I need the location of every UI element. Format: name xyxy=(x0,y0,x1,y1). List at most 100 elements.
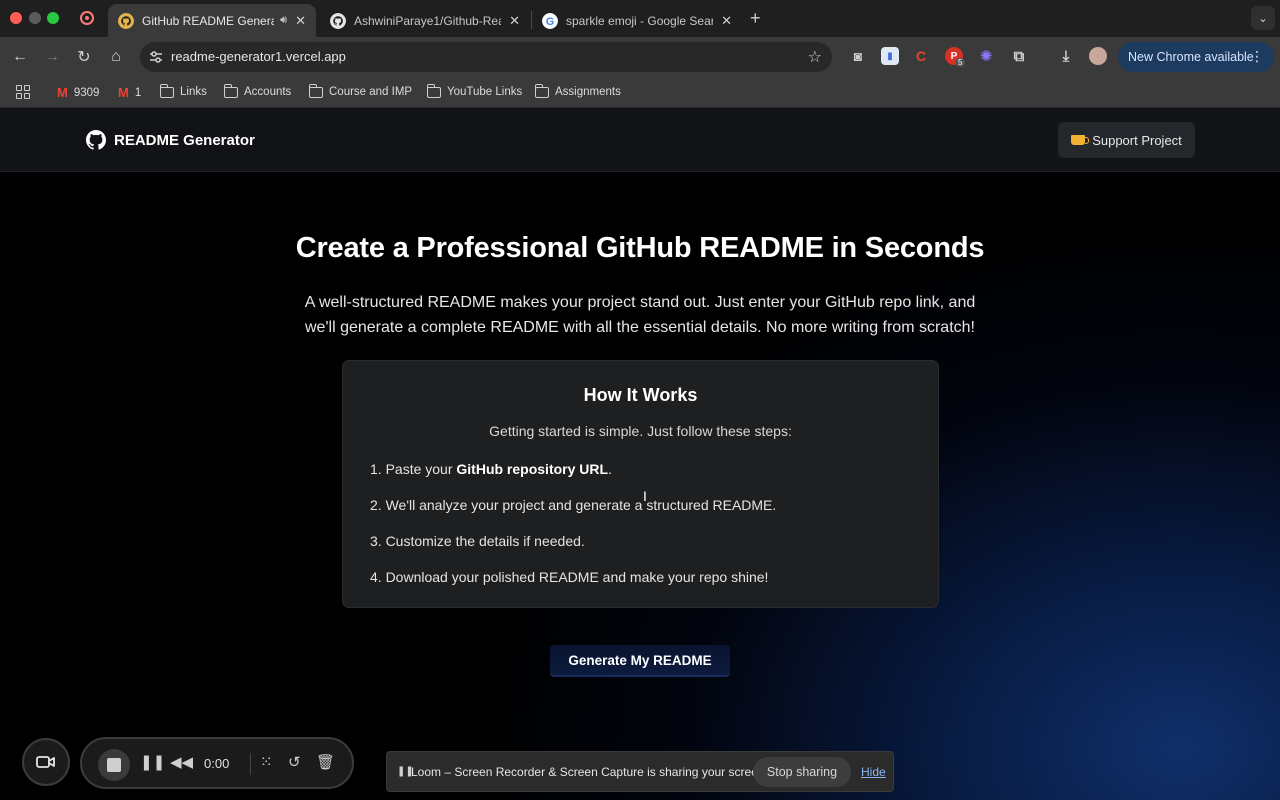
minimize-window-button[interactable] xyxy=(29,12,41,24)
brand-logo[interactable]: README Generator xyxy=(86,130,255,150)
bookmark-folder-assignments[interactable]: Assignments xyxy=(534,83,621,98)
support-label: Support Project xyxy=(1092,132,1182,148)
folder-icon xyxy=(223,83,238,98)
url-text[interactable]: readme-generator1.vercel.app xyxy=(171,49,346,64)
maximize-window-button[interactable] xyxy=(47,12,59,24)
recording-indicator-icon xyxy=(80,11,94,25)
page-content: README Generator Support Project Create … xyxy=(0,108,1280,800)
generate-readme-button[interactable]: Generate My README xyxy=(550,645,730,677)
bookmark-label: YouTube Links xyxy=(447,86,523,98)
c-extension-icon[interactable]: C xyxy=(912,47,930,65)
github-icon xyxy=(86,130,106,150)
camera-extension-icon[interactable]: ◙ xyxy=(849,47,867,65)
svg-text:G: G xyxy=(546,16,555,28)
tab-title: AshwiniParaye1/Github-Readm xyxy=(354,13,501,28)
bookmark-label: 1 xyxy=(134,86,142,99)
bookmark-star-icon[interactable]: ☆ xyxy=(808,47,822,67)
address-bar[interactable]: readme-generator1.vercel.app ☆ xyxy=(140,42,832,72)
reload-icon[interactable]: ↻ xyxy=(72,45,96,69)
text-cursor-icon: I xyxy=(643,488,647,504)
site-settings-icon[interactable] xyxy=(148,49,164,65)
profile-avatar[interactable] xyxy=(1089,47,1107,65)
browser-tab-strip: GitHub README Generato 🔊︎ ✕ AshwiniParay… xyxy=(0,0,1280,37)
step-item: 3. Customize the details if needed. xyxy=(370,533,585,549)
more-menu-icon[interactable]: ⋮ xyxy=(1250,48,1264,65)
bookmark-folder-accounts[interactable]: Accounts xyxy=(223,83,292,98)
pause-icon[interactable]: ❚❚ xyxy=(140,753,165,771)
stop-sharing-button[interactable]: Stop sharing xyxy=(753,757,851,787)
folder-icon xyxy=(426,83,441,98)
tab-readme-generator[interactable]: GitHub README Generato 🔊︎ ✕ xyxy=(108,4,316,37)
browser-toolbar: ← → ↻ ⌂ readme-generator1.vercel.app ☆ ◙… xyxy=(0,37,1280,77)
close-tab-icon[interactable]: ✕ xyxy=(509,13,520,29)
new-chrome-label: New Chrome available xyxy=(1128,50,1254,64)
tab-search-chevron-icon[interactable]: ⌄ xyxy=(1251,6,1275,30)
divider xyxy=(250,753,251,775)
close-tab-icon[interactable]: ✕ xyxy=(721,13,732,29)
step-item: 2. We'll analyze your project and genera… xyxy=(370,497,777,513)
back-arrow-icon[interactable]: ← xyxy=(8,45,32,69)
step-item: 4. Download your polished README and mak… xyxy=(370,569,769,585)
bookmark-label: Assignments xyxy=(555,86,621,98)
coffee-cup-icon xyxy=(1071,135,1090,145)
restart-icon[interactable]: ↺ xyxy=(288,753,301,771)
support-project-button[interactable]: Support Project xyxy=(1058,122,1195,158)
sparkle-extension-icon[interactable]: ✺ xyxy=(977,47,995,65)
tab-title: sparkle emoji - Google Search xyxy=(566,13,714,28)
bookmark-gmail-1[interactable]: M 9309 xyxy=(57,85,99,100)
how-it-works-title: How It Works xyxy=(583,385,698,405)
brand-name: README Generator xyxy=(114,131,255,149)
grid-dots-icon[interactable]: ⁙ xyxy=(260,753,273,771)
hero-subtitle: A well-structured README makes your proj… xyxy=(304,294,976,336)
loom-timer: 0:00 xyxy=(204,756,230,771)
sharing-message: Loom – Screen Recorder & Screen Capture … xyxy=(411,765,768,779)
github-icon xyxy=(330,12,346,29)
github-icon xyxy=(118,12,134,29)
video-camera-icon xyxy=(36,756,55,768)
home-icon[interactable]: ⌂ xyxy=(104,45,128,69)
step-text: 1. Paste your xyxy=(370,461,457,477)
folder-icon xyxy=(534,83,549,98)
extensions-puzzle-icon[interactable]: ⧉ xyxy=(1010,47,1028,65)
gmail-icon: M xyxy=(57,85,68,100)
step-highlight: GitHub repository URL xyxy=(456,461,609,477)
gmail-icon: M xyxy=(118,85,129,100)
bookmark-folder-links[interactable]: Links xyxy=(159,83,207,98)
tab-google-search[interactable]: G sparkle emoji - Google Search ✕ xyxy=(532,4,742,37)
rewind-icon[interactable]: ◀◀ xyxy=(170,753,193,771)
close-window-button[interactable] xyxy=(10,12,22,24)
how-it-works-subtitle: Getting started is simple. Just follow t… xyxy=(489,423,792,439)
steps-list: 1. Paste your GitHub repository URL. 2. … xyxy=(370,461,776,605)
tab-title: GitHub README Generato xyxy=(142,13,275,28)
bookmark-label: Accounts xyxy=(244,86,292,98)
bookmark-folder-course[interactable]: Course and IMP xyxy=(308,83,413,98)
bookmark-gmail-2[interactable]: M 1 xyxy=(118,85,141,100)
step-text: . xyxy=(608,461,612,477)
bookmark-folder-youtube[interactable]: YouTube Links xyxy=(426,83,523,98)
loom-stop-button[interactable] xyxy=(98,749,130,781)
new-tab-button[interactable]: + xyxy=(750,8,761,29)
download-icon[interactable]: ⤓ xyxy=(1057,47,1075,65)
step-item: 1. Paste your GitHub repository URL. xyxy=(370,461,776,497)
forward-arrow-icon[interactable]: → xyxy=(40,45,64,69)
site-header: README Generator Support Project xyxy=(0,108,1280,172)
bookmark-label: Course and IMP xyxy=(329,86,413,98)
docs-extension-icon[interactable]: ▮ xyxy=(881,47,899,65)
stop-square-icon xyxy=(107,758,121,772)
extension-badge: 5 xyxy=(955,58,966,67)
apps-grid-icon[interactable] xyxy=(16,85,30,99)
how-it-works-card: How It Works Getting started is simple. … xyxy=(342,360,939,608)
hero-title: Create a Professional GitHub README in S… xyxy=(295,232,985,264)
bookmark-label: 9309 xyxy=(73,86,100,99)
folder-icon xyxy=(159,83,174,98)
folder-icon xyxy=(308,83,323,98)
trash-icon[interactable]: 🗑︎ xyxy=(316,753,335,771)
screen-sharing-bar: ❚❚ Loom – Screen Recorder & Screen Captu… xyxy=(386,751,894,792)
speaker-icon[interactable]: 🔊︎ xyxy=(280,14,287,27)
close-tab-icon[interactable]: ✕ xyxy=(295,13,306,29)
tab-github-repo[interactable]: AshwiniParaye1/Github-Readm ✕ xyxy=(320,4,530,37)
loom-camera-button[interactable] xyxy=(22,738,70,786)
google-icon: G xyxy=(542,12,558,29)
new-chrome-available-button[interactable]: New Chrome available ⋮ xyxy=(1118,42,1274,72)
hide-link[interactable]: Hide xyxy=(861,765,886,779)
